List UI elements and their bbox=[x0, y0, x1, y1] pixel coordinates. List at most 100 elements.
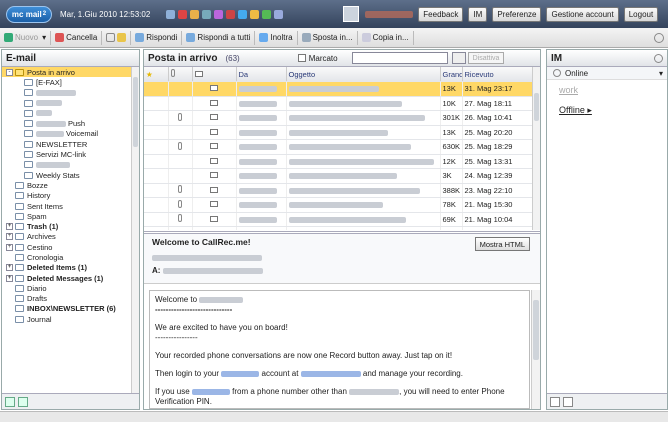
mark-buttons[interactable] bbox=[102, 30, 132, 45]
message-row[interactable]: 301K 26. Mag 10:41 bbox=[144, 110, 534, 126]
message-scroll-thumb[interactable] bbox=[534, 93, 539, 121]
folder-item[interactable]: Sent Items bbox=[2, 201, 131, 211]
preferences-button[interactable]: Preferenze bbox=[492, 6, 542, 22]
flag-cell[interactable] bbox=[144, 183, 169, 198]
delete-button[interactable]: Cancella bbox=[51, 30, 103, 45]
im-status[interactable]: Online ▾ bbox=[547, 67, 667, 80]
new-button[interactable]: Nuovo ▾ bbox=[0, 30, 52, 45]
expand-toggle[interactable]: + bbox=[6, 223, 13, 231]
reply-button[interactable]: Rispondi bbox=[131, 30, 183, 45]
folder-item[interactable]: INBOX\NEWSLETTER (6) bbox=[2, 304, 131, 314]
fax-icon[interactable] bbox=[226, 9, 236, 19]
music-icon[interactable] bbox=[214, 9, 224, 19]
folder-item[interactable] bbox=[2, 160, 131, 170]
flag-cell[interactable] bbox=[144, 168, 169, 184]
im-button[interactable]: IM bbox=[468, 6, 488, 22]
flag-cell[interactable] bbox=[144, 110, 169, 126]
message-row[interactable]: 12K 25. Mag 13:31 bbox=[144, 154, 534, 169]
folder-item[interactable] bbox=[2, 108, 131, 118]
subject-column[interactable]: Oggetto bbox=[286, 67, 441, 82]
message-row[interactable]: 3K 24. Mag 12:39 bbox=[144, 168, 534, 184]
folder-item[interactable]: Weekly Stats bbox=[2, 170, 131, 180]
contacts-icon[interactable] bbox=[190, 9, 200, 19]
add-folder-icon[interactable] bbox=[5, 396, 15, 407]
flag-cell[interactable] bbox=[144, 197, 169, 213]
folder-item[interactable]: [E-FAX] bbox=[2, 77, 131, 87]
forward-button[interactable]: Inoltra bbox=[255, 30, 298, 45]
brand-link[interactable] bbox=[221, 370, 260, 377]
flag-cell[interactable] bbox=[144, 139, 169, 155]
message-row[interactable]: 10K 27. Mag 18:11 bbox=[144, 96, 534, 111]
im-group-work[interactable]: work bbox=[547, 80, 667, 100]
expand-toggle[interactable]: + bbox=[6, 243, 13, 251]
flag-cell[interactable] bbox=[144, 81, 169, 97]
web-icon[interactable] bbox=[238, 9, 248, 19]
flag-cell[interactable] bbox=[144, 154, 169, 169]
calendar-icon[interactable] bbox=[178, 9, 188, 19]
message-row[interactable]: 13K 31. Mag 23:17 bbox=[144, 81, 534, 97]
message-row[interactable]: 3K 20. Mag 21:46 bbox=[144, 226, 534, 230]
folder-item[interactable]: Drafts bbox=[2, 294, 131, 304]
folder-item[interactable]: + Archives bbox=[2, 232, 131, 242]
im-options-icon[interactable] bbox=[563, 396, 573, 407]
mail-icon[interactable] bbox=[166, 9, 176, 19]
contacts-small-icon[interactable] bbox=[18, 396, 28, 407]
flag-column[interactable]: ★ bbox=[144, 67, 169, 82]
deactivate-button[interactable]: Disattiva bbox=[467, 52, 505, 64]
folder-item[interactable]: + Trash (1) bbox=[2, 221, 131, 231]
status-column[interactable] bbox=[192, 67, 237, 82]
folder-item[interactable]: Bozze bbox=[2, 180, 131, 190]
marked-checkbox[interactable] bbox=[297, 54, 306, 62]
expand-toggle[interactable]: + bbox=[6, 233, 13, 241]
folder-item[interactable]: Journal bbox=[2, 314, 131, 324]
folder-item[interactable]: - Posta in arrivo bbox=[2, 67, 131, 78]
im-help-icon[interactable] bbox=[654, 53, 663, 63]
folder-icon[interactable] bbox=[250, 9, 260, 19]
sms-icon[interactable] bbox=[262, 9, 272, 19]
marked-filter[interactable]: Marcato bbox=[297, 54, 338, 63]
site-link[interactable] bbox=[300, 370, 361, 377]
folder-item[interactable]: NEWSLETTER bbox=[2, 139, 131, 149]
folder-item[interactable]: Servizi MC-link bbox=[2, 149, 131, 159]
folder-item[interactable]: Push bbox=[2, 118, 131, 128]
folders-scrollbar[interactable] bbox=[131, 67, 139, 393]
size-column[interactable]: Grand bbox=[440, 67, 463, 82]
flag-cell[interactable] bbox=[144, 226, 169, 230]
folder-item[interactable]: + Deleted Items (1) bbox=[2, 263, 131, 273]
message-list-scrollbar[interactable] bbox=[532, 67, 540, 230]
folder-item[interactable]: Cronologia bbox=[2, 252, 131, 262]
attachment-column[interactable] bbox=[168, 67, 193, 82]
folder-item[interactable]: History bbox=[2, 191, 131, 201]
flag-cell[interactable] bbox=[144, 125, 169, 140]
preview-scrollbar[interactable] bbox=[531, 290, 540, 409]
message-row[interactable]: 78K 21. Mag 15:30 bbox=[144, 197, 534, 213]
folder-item[interactable]: Spam bbox=[2, 211, 131, 221]
message-row[interactable]: 630K 25. Mag 18:29 bbox=[144, 139, 534, 155]
feedback-button[interactable]: Feedback bbox=[418, 6, 464, 22]
message-row[interactable]: 69K 21. Mag 10:04 bbox=[144, 212, 534, 227]
folder-item[interactable]: + Deleted Messages (1) bbox=[2, 273, 131, 283]
flag-cell[interactable] bbox=[144, 96, 169, 111]
folder-item[interactable] bbox=[2, 98, 131, 108]
brand-link-2[interactable] bbox=[191, 388, 230, 395]
folder-item[interactable]: Voicemail bbox=[2, 129, 131, 139]
flag-cell[interactable] bbox=[144, 212, 169, 227]
folder-item[interactable]: Diario bbox=[2, 283, 131, 293]
account-button[interactable]: Gestione account bbox=[546, 6, 619, 22]
expand-toggle[interactable]: - bbox=[6, 68, 13, 76]
expand-toggle[interactable]: + bbox=[6, 274, 13, 282]
message-row[interactable]: 13K 25. Mag 20:20 bbox=[144, 125, 534, 140]
received-column[interactable]: Ricevuto bbox=[462, 67, 534, 82]
add-contact-icon[interactable] bbox=[550, 396, 560, 407]
im-group-offline[interactable]: Offline ▸ bbox=[547, 100, 667, 121]
expand-toggle[interactable]: + bbox=[6, 264, 13, 272]
search-icon[interactable] bbox=[451, 52, 466, 64]
move-button[interactable]: Sposta in... bbox=[298, 30, 358, 45]
notes-icon[interactable] bbox=[202, 9, 212, 19]
help-icon[interactable] bbox=[654, 32, 664, 43]
folder-item[interactable] bbox=[2, 88, 131, 98]
from-column[interactable]: Da bbox=[236, 67, 287, 82]
logout-button[interactable]: Logout bbox=[623, 6, 659, 22]
preview-scroll-thumb[interactable] bbox=[533, 300, 539, 360]
show-html-button[interactable]: Mostra HTML bbox=[474, 237, 530, 251]
